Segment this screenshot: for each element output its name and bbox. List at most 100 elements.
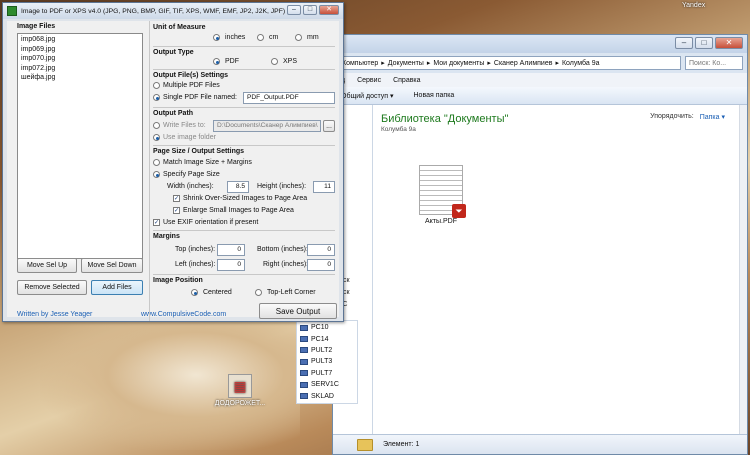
share-button[interactable]: Общий доступ ▾	[341, 92, 394, 100]
pos-centered-radio[interactable]	[191, 289, 198, 296]
use-image-folder-label: Use image folder	[163, 134, 216, 141]
list-item[interactable]: SERV1C	[300, 379, 354, 390]
bottom-margin-field[interactable]: 0	[307, 244, 335, 256]
list-item[interactable]: PC14	[300, 333, 354, 344]
exif-checkbox[interactable]: ✓	[153, 219, 160, 226]
close-icon[interactable]: ✕	[715, 37, 743, 49]
list-item[interactable]: PULT2	[300, 345, 354, 356]
left-margin-field[interactable]: 0	[217, 259, 245, 271]
desktop-shortcut[interactable]: ▦ ДОДОРОЖЕТ...	[212, 374, 268, 407]
browse-button[interactable]: ...	[323, 120, 335, 132]
use-image-folder-radio[interactable]	[153, 134, 160, 141]
type-xps-radio[interactable]	[271, 58, 278, 65]
menu-bar: д Сервис Справка	[333, 73, 747, 87]
pdf-file-icon: ⏷	[419, 165, 466, 218]
address-bar[interactable]: Компьютер ▸ Документы ▸ Мои документы ▸ Ска…	[337, 56, 681, 70]
address-part[interactable]: Сканер Алимпиев	[494, 60, 553, 67]
divider	[153, 107, 335, 108]
computer-name: PULT3	[311, 358, 333, 366]
computer-icon	[300, 393, 308, 400]
enlarge-checkbox[interactable]: ✓	[173, 207, 180, 214]
computer-icon	[300, 336, 308, 343]
computer-icon	[300, 381, 308, 388]
remove-selected-button[interactable]: Remove Selected	[17, 280, 87, 295]
add-files-button[interactable]: Add Files	[91, 280, 143, 295]
width-field[interactable]: 8.5	[227, 181, 249, 193]
unit-mm-radio[interactable]	[295, 34, 302, 41]
address-part[interactable]: Документы	[388, 60, 424, 67]
divider	[153, 69, 335, 70]
computer-icon	[300, 358, 308, 365]
unit-inches-radio[interactable]	[213, 34, 220, 41]
author-link[interactable]: Written by Jesse Yeager	[17, 311, 92, 318]
computer-name: PC10	[311, 324, 329, 332]
save-output-button[interactable]: Save Output	[259, 303, 337, 319]
close-icon[interactable]: ✕	[319, 5, 339, 15]
move-down-button[interactable]: Move Sel Down	[81, 258, 143, 273]
chevron-right-icon: ▸	[487, 60, 491, 67]
library-subtitle: Колумба 9а	[381, 126, 416, 133]
multiple-pdf-radio[interactable]	[153, 82, 160, 89]
maximize-icon[interactable]: □	[303, 5, 317, 15]
height-field[interactable]: 11	[313, 181, 335, 193]
multiple-pdf-label: Multiple PDF Files	[163, 82, 220, 89]
enlarge-label: Enlarge Small Images to Page Area	[183, 207, 294, 214]
single-pdf-radio[interactable]	[153, 94, 160, 101]
single-pdf-label: Single PDF File named:	[163, 94, 237, 101]
list-item[interactable]: SKLAD	[300, 390, 354, 401]
single-pdf-name-field[interactable]: PDF_Output.PDF	[243, 92, 335, 104]
chevron-right-icon: ▸	[381, 60, 385, 67]
output-path-field[interactable]: D:\Documents\Сканер Алимпиев\	[213, 120, 321, 132]
right-margin-field[interactable]: 0	[307, 259, 335, 271]
search-input[interactable]: Поиск: Ко...	[685, 56, 743, 70]
address-part[interactable]: Колумба 9а	[562, 60, 600, 67]
list-item[interactable]: imp072.jpg	[21, 64, 139, 74]
unit-cm-label: cm	[269, 34, 279, 41]
write-files-radio[interactable]	[153, 122, 160, 129]
vertical-scrollbar[interactable]	[739, 105, 747, 434]
new-folder-button[interactable]: Новая папка	[414, 92, 455, 99]
maximize-icon[interactable]: □	[695, 37, 713, 49]
list-item[interactable]: imp070.jpg	[21, 54, 139, 64]
top-margin-field[interactable]: 0	[217, 244, 245, 256]
menu-item-help[interactable]: Справка	[393, 77, 420, 84]
minimize-icon[interactable]: –	[675, 37, 693, 49]
file-item[interactable]: ⏷ Акты.PDF	[417, 165, 466, 225]
list-item[interactable]: PULT7	[300, 368, 354, 379]
computer-name: PULT2	[311, 346, 333, 354]
specify-page-radio[interactable]	[153, 171, 160, 178]
pos-centered-label: Centered	[203, 289, 232, 296]
address-part[interactable]: Мои документы	[433, 60, 484, 67]
arrange-by: Упорядочить: Папка ▾	[650, 113, 725, 121]
divider	[153, 230, 335, 231]
file-content-area: Библиотека "Документы" Колумба 9а Упоряд…	[373, 105, 747, 434]
unit-cm-radio[interactable]	[257, 34, 264, 41]
pos-topleft-radio[interactable]	[255, 289, 262, 296]
divider	[153, 46, 335, 47]
image-position-label: Image Position	[153, 277, 203, 284]
app-titlebar: Image to PDF or XPS v4.0 (JPG, PNG, BMP,…	[3, 3, 343, 19]
minimize-icon[interactable]: –	[287, 5, 301, 15]
list-item[interactable]: PULT3	[300, 356, 354, 367]
move-up-button[interactable]: Move Sel Up	[17, 258, 77, 273]
output-path-label: Output Path	[153, 110, 194, 117]
menu-item-tools[interactable]: Сервис	[357, 77, 381, 84]
page-size-label: Page Size / Output Settings	[153, 148, 245, 155]
output-type-label: Output Type	[153, 49, 194, 56]
list-item[interactable]: imp069.jpg	[21, 45, 139, 55]
list-item[interactable]: шейфа.jpg	[21, 73, 139, 83]
shrink-checkbox[interactable]: ✓	[173, 195, 180, 202]
write-files-label: Write Files to:	[163, 122, 206, 129]
arrange-dropdown[interactable]: Папка ▾	[700, 113, 725, 121]
image-file-list[interactable]: imp068.jpg imp069.jpg imp070.jpg imp072.…	[17, 33, 143, 259]
bottom-margin-label: Bottom (inches):	[257, 246, 308, 253]
list-item[interactable]: PC10	[300, 322, 354, 333]
type-pdf-radio[interactable]	[213, 58, 220, 65]
column-divider	[149, 21, 150, 321]
website-link[interactable]: www.CompulsiveCode.com	[141, 311, 226, 318]
computer-name: PULT7	[311, 369, 333, 377]
address-part[interactable]: Компьютер	[342, 60, 378, 67]
match-image-radio[interactable]	[153, 159, 160, 166]
list-item[interactable]: imp068.jpg	[21, 35, 139, 45]
computer-name: PC14	[311, 335, 329, 343]
